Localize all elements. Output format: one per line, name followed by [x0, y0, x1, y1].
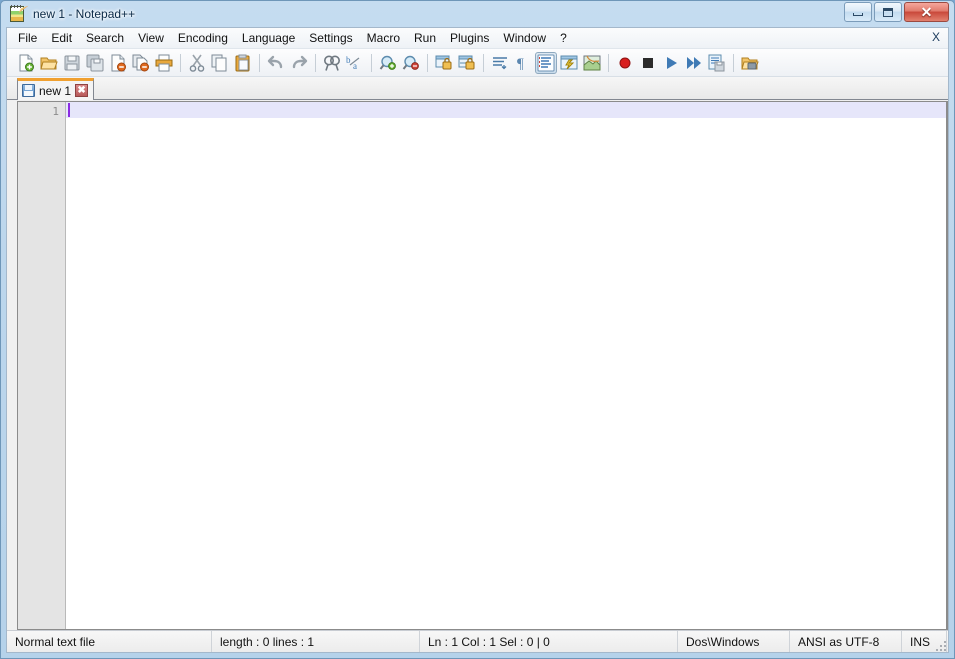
- title-bar[interactable]: new 1 - Notepad++ ✕: [6, 1, 949, 27]
- minimize-icon: [853, 13, 863, 16]
- toolbar-separator: [483, 53, 484, 72]
- maximize-icon: [883, 7, 893, 17]
- notepad-plus-plus-window: new 1 - Notepad++ ✕ File Edit Search Vie…: [0, 0, 955, 659]
- status-eol-format[interactable]: Dos\Windows: [678, 631, 790, 652]
- save-all-icon[interactable]: [84, 52, 106, 74]
- zoom-out-icon[interactable]: [400, 52, 422, 74]
- maximize-button[interactable]: [874, 2, 902, 22]
- menu-window[interactable]: Window: [496, 29, 553, 47]
- menu-encoding[interactable]: Encoding: [171, 29, 235, 47]
- status-encoding[interactable]: ANSI as UTF-8: [790, 631, 902, 652]
- find-icon[interactable]: [321, 52, 343, 74]
- close-file-icon[interactable]: [107, 52, 129, 74]
- cut-icon[interactable]: [186, 52, 208, 74]
- toolbar-separator: [371, 53, 372, 72]
- menu-settings[interactable]: Settings: [302, 29, 359, 47]
- svg-text:¶: ¶: [517, 56, 524, 72]
- macro-play-icon[interactable]: [660, 52, 682, 74]
- text-editor[interactable]: [66, 102, 947, 629]
- toolbar-separator: [608, 53, 609, 72]
- menu-view[interactable]: View: [131, 29, 171, 47]
- line-number-gutter: 1: [18, 102, 66, 629]
- window-title: new 1 - Notepad++: [33, 7, 136, 21]
- menu-help[interactable]: ?: [553, 29, 574, 47]
- word-wrap-icon[interactable]: [489, 52, 511, 74]
- user-defined-language-icon[interactable]: [558, 52, 580, 74]
- close-document-button[interactable]: X: [932, 30, 940, 44]
- svg-text:b: b: [346, 55, 351, 65]
- client-area: File Edit Search View Encoding Language …: [6, 27, 949, 653]
- show-all-characters-icon[interactable]: ¶: [512, 52, 534, 74]
- open-file-icon[interactable]: [38, 52, 60, 74]
- menu-plugins[interactable]: Plugins: [443, 29, 496, 47]
- resize-grip-icon[interactable]: [932, 637, 946, 651]
- line-number: 1: [52, 105, 59, 118]
- macro-run-multiple-icon[interactable]: [683, 52, 705, 74]
- macro-stop-icon[interactable]: [637, 52, 659, 74]
- toolbar-separator: [427, 53, 428, 72]
- redo-icon[interactable]: [288, 52, 310, 74]
- toolbar: b a ¶: [7, 49, 948, 77]
- status-position: Ln : 1 Col : 1 Sel : 0 | 0: [420, 631, 678, 652]
- notepad-plus-plus-icon: [9, 5, 27, 23]
- close-icon: ✕: [920, 4, 933, 20]
- tab-label: new 1: [39, 83, 72, 98]
- toolbar-separator: [733, 53, 734, 72]
- minimize-button[interactable]: [844, 2, 872, 22]
- current-line-highlight: [66, 102, 947, 118]
- menu-edit[interactable]: Edit: [44, 29, 79, 47]
- macro-record-icon[interactable]: [614, 52, 636, 74]
- copy-icon[interactable]: [209, 52, 231, 74]
- save-icon[interactable]: [61, 52, 83, 74]
- editor-right-border: [946, 102, 947, 629]
- menu-run[interactable]: Run: [407, 29, 443, 47]
- close-button[interactable]: ✕: [904, 2, 949, 22]
- unsaved-document-icon: [22, 84, 35, 97]
- editor-area: 1: [17, 101, 948, 630]
- menu-search[interactable]: Search: [79, 29, 131, 47]
- document-map-icon[interactable]: [581, 52, 603, 74]
- paste-icon[interactable]: [232, 52, 254, 74]
- window-controls: ✕: [844, 1, 949, 23]
- tab-close-icon[interactable]: ✖: [75, 84, 89, 97]
- print-icon[interactable]: [153, 52, 175, 74]
- toolbar-separator: [315, 53, 316, 72]
- sync-horizontal-scroll-icon[interactable]: [456, 52, 478, 74]
- menu-bar: File Edit Search View Encoding Language …: [7, 28, 948, 49]
- status-length-lines: length : 0 lines : 1: [212, 631, 420, 652]
- indent-guide-icon[interactable]: [535, 51, 557, 74]
- undo-icon[interactable]: [265, 52, 287, 74]
- new-file-icon[interactable]: [15, 52, 37, 74]
- menu-file[interactable]: File: [11, 29, 44, 47]
- menu-macro[interactable]: Macro: [360, 29, 407, 47]
- status-file-type: Normal text file: [7, 631, 212, 652]
- menu-language[interactable]: Language: [235, 29, 302, 47]
- run-icon[interactable]: [739, 52, 761, 74]
- replace-icon[interactable]: b a: [344, 52, 366, 74]
- toolbar-separator: [180, 53, 181, 72]
- toolbar-separator: [259, 53, 260, 72]
- zoom-in-icon[interactable]: [377, 52, 399, 74]
- macro-save-icon[interactable]: [706, 52, 728, 74]
- document-tab-bar: new 1 ✖: [7, 77, 948, 100]
- close-all-files-icon[interactable]: [130, 52, 152, 74]
- tab-new-1[interactable]: new 1 ✖: [17, 78, 95, 100]
- text-caret: [68, 103, 70, 117]
- sync-vertical-scroll-icon[interactable]: [433, 52, 455, 74]
- status-bar: Normal text file length : 0 lines : 1 Ln…: [7, 630, 948, 652]
